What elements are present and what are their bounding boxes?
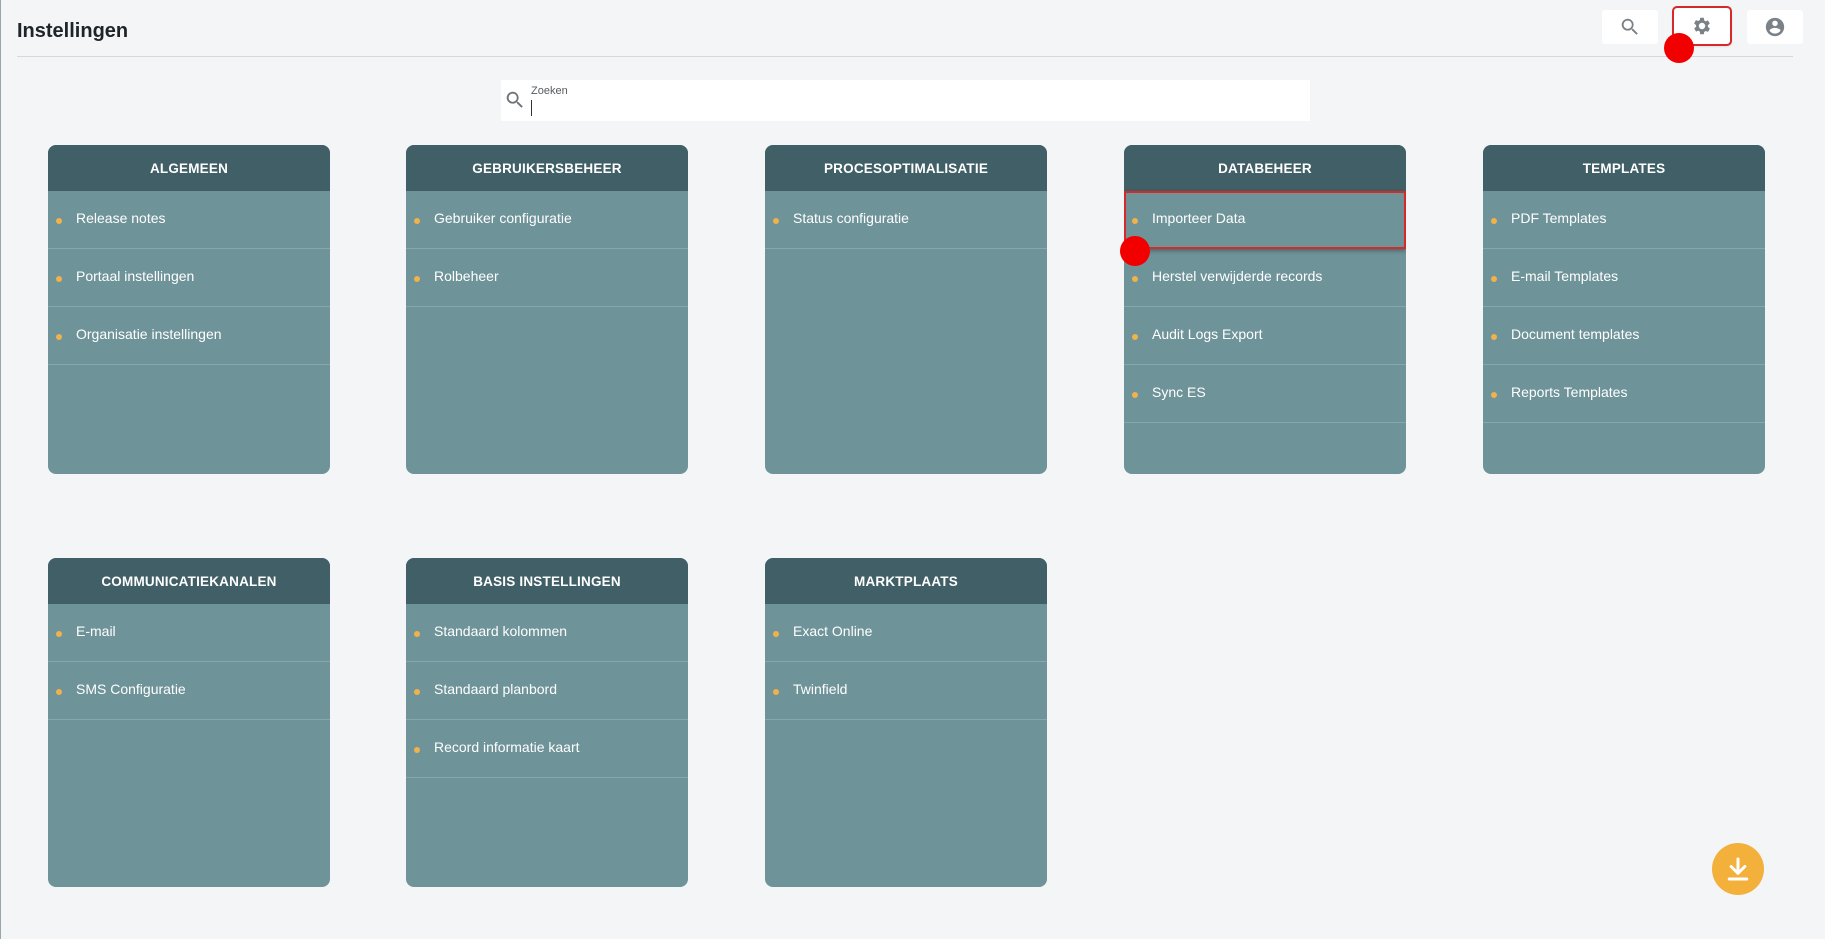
settings-link-label: Standaard kolommen <box>434 623 568 639</box>
settings-link[interactable]: Rolbeheer <box>406 249 688 307</box>
gear-icon <box>1694 17 1710 35</box>
bullet-icon <box>1491 218 1497 224</box>
settings-link-label: SMS Configuratie <box>76 681 186 697</box>
settings-link[interactable]: Gebruiker configuratie <box>406 191 688 249</box>
card-title: GEBRUIKERSBEHEER <box>406 145 688 191</box>
bullet-icon <box>414 631 420 637</box>
top-search-button[interactable] <box>1602 10 1658 44</box>
settings-link[interactable]: Document templates <box>1483 307 1765 365</box>
settings-link-label: Rolbeheer <box>434 268 499 284</box>
bullet-icon <box>414 689 420 695</box>
settings-link-label: PDF Templates <box>1511 210 1607 226</box>
bullet-icon <box>414 218 420 224</box>
bullet-icon <box>773 218 779 224</box>
settings-link[interactable]: SMS Configuratie <box>48 662 330 720</box>
bullet-icon <box>1132 276 1138 282</box>
settings-link-label: Twinfield <box>793 681 848 697</box>
bullet-icon <box>1132 334 1138 340</box>
bullet-icon <box>56 631 62 637</box>
card-title: DATABEHEER <box>1124 145 1406 191</box>
settings-link[interactable]: E-mail <box>48 604 330 662</box>
settings-link-label: Importeer Data <box>1152 210 1246 226</box>
card-title: COMMUNICATIEKANALEN <box>48 558 330 604</box>
settings-link[interactable]: Status configuratie <box>765 191 1047 249</box>
bullet-icon <box>56 276 62 282</box>
card-title: ALGEMEEN <box>48 145 330 191</box>
card-title: BASIS INSTELLINGEN <box>406 558 688 604</box>
search-field[interactable]: Zoeken <box>501 80 1310 121</box>
bullet-icon <box>414 276 420 282</box>
bullet-icon <box>414 747 420 753</box>
bullet-icon <box>56 218 62 224</box>
settings-link[interactable]: Release notes <box>48 191 330 249</box>
click-marker <box>1664 33 1694 63</box>
settings-link-label: Organisatie instellingen <box>76 326 222 342</box>
search-icon <box>1621 18 1638 35</box>
settings-link-label: Record informatie kaart <box>434 739 580 755</box>
settings-link[interactable]: Standaard planbord <box>406 662 688 720</box>
settings-link-label: Sync ES <box>1152 384 1206 400</box>
settings-link-label: Gebruiker configuratie <box>434 210 572 226</box>
settings-card: GEBRUIKERSBEHEER Gebruiker configuratie Ro… <box>406 145 688 474</box>
bullet-icon <box>773 631 779 637</box>
click-marker <box>1120 236 1150 266</box>
settings-link-label: Exact Online <box>793 623 873 639</box>
settings-card: ALGEMEEN Release notes Portaal instellinge… <box>48 145 330 474</box>
bullet-icon <box>773 689 779 695</box>
settings-link[interactable]: Record informatie kaart <box>406 720 688 778</box>
page-title: Instellingen <box>17 20 129 42</box>
card-title: TEMPLATES <box>1483 145 1765 191</box>
settings-link-label: E-mail <box>76 623 116 639</box>
settings-link[interactable]: Importeer Data <box>1124 191 1406 249</box>
settings-link-label: Status configuratie <box>793 210 909 226</box>
settings-link[interactable]: Herstel verwijderde records <box>1124 249 1406 307</box>
settings-link[interactable]: Twinfield <box>765 662 1047 720</box>
settings-link-label: Document templates <box>1511 326 1640 342</box>
settings-link[interactable]: E-mail Templates <box>1483 249 1765 307</box>
settings-link[interactable]: Organisatie instellingen <box>48 307 330 365</box>
settings-link-label: Reports Templates <box>1511 384 1628 400</box>
settings-link-label: Audit Logs Export <box>1152 326 1263 342</box>
download-button[interactable] <box>1712 843 1764 895</box>
account-button[interactable] <box>1747 10 1803 44</box>
settings-link[interactable]: PDF Templates <box>1483 191 1765 249</box>
card-title: MARKTPLAATS <box>765 558 1047 604</box>
settings-card: TEMPLATES PDF Templates E-mail Templates Do… <box>1483 145 1765 474</box>
download-icon <box>1727 857 1749 881</box>
settings-link-label: Portaal instellingen <box>76 268 195 284</box>
bullet-icon <box>1491 392 1497 398</box>
top-bar: Instellingen <box>17 0 1793 57</box>
settings-link-label: Release notes <box>76 210 166 226</box>
bullet-icon <box>1132 218 1138 224</box>
settings-link[interactable]: Reports Templates <box>1483 365 1765 423</box>
settings-link[interactable]: Audit Logs Export <box>1124 307 1406 365</box>
account-icon <box>1765 17 1785 37</box>
search-label: Zoeken <box>531 85 568 97</box>
bullet-icon <box>1491 334 1497 340</box>
card-title: PROCESOPTIMALISATIE <box>765 145 1047 191</box>
settings-link[interactable]: Exact Online <box>765 604 1047 662</box>
settings-link-label: Herstel verwijderde records <box>1152 268 1323 284</box>
settings-link[interactable]: Standaard kolommen <box>406 604 688 662</box>
settings-card: COMMUNICATIEKANALEN E-mail SMS Configurati… <box>48 558 330 887</box>
bullet-icon <box>56 689 62 695</box>
bullet-icon <box>1132 392 1138 398</box>
search-icon <box>506 91 523 108</box>
settings-card: MARKTPLAATS Exact Online Twinfield <box>765 558 1047 887</box>
bullet-icon <box>1491 276 1497 282</box>
search-input[interactable] <box>531 100 1292 116</box>
settings-card: PROCESOPTIMALISATIE Status configuratie <box>765 145 1047 474</box>
settings-link[interactable]: Portaal instellingen <box>48 249 330 307</box>
settings-link-label: E-mail Templates <box>1511 268 1619 284</box>
settings-link[interactable]: Sync ES <box>1124 365 1406 423</box>
bullet-icon <box>56 334 62 340</box>
settings-link-label: Standaard planbord <box>434 681 557 697</box>
settings-card: DATABEHEER Importeer Data Herstel verwijde… <box>1124 145 1406 474</box>
settings-card: BASIS INSTELLINGEN Standaard kolommen Stan… <box>406 558 688 887</box>
